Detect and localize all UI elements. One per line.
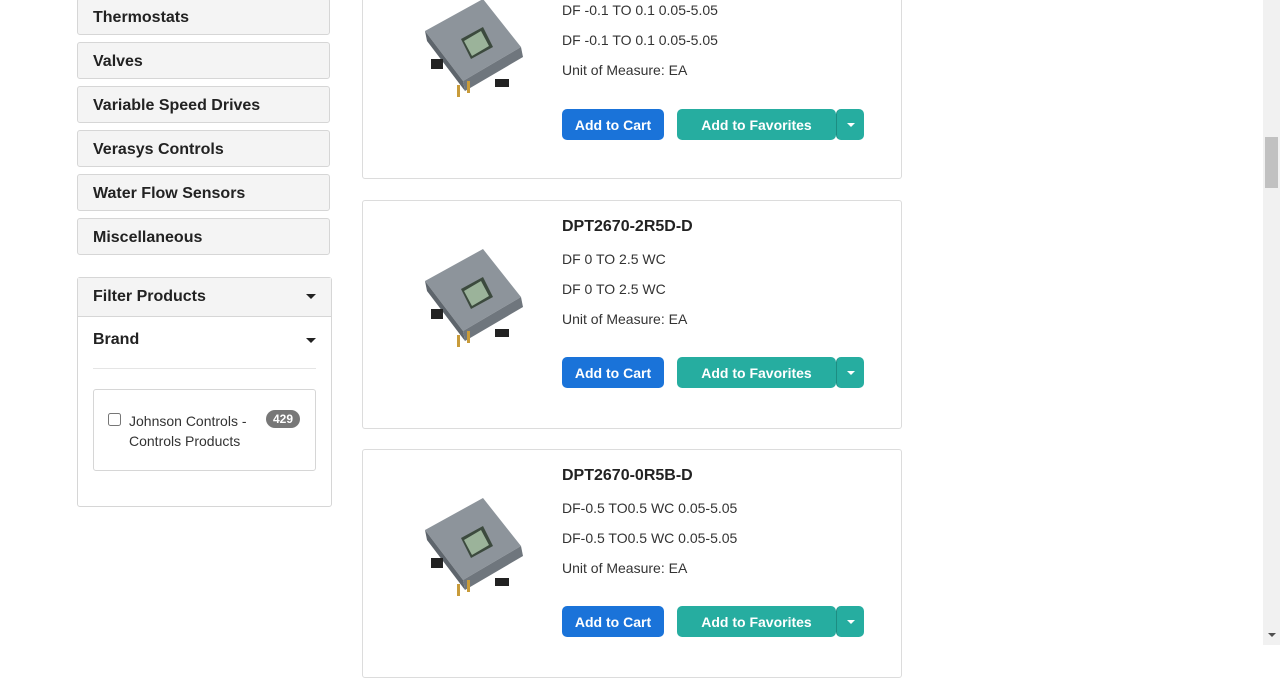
category-variable-speed-drives[interactable]: Variable Speed Drives — [77, 86, 330, 123]
caret-down-icon — [847, 620, 855, 624]
favorites-dropdown-button[interactable] — [836, 357, 864, 388]
product-image — [425, 0, 523, 97]
category-verasys-controls[interactable]: Verasys Controls — [77, 130, 330, 167]
brand-options: Johnson Controls - Controls Products 429 — [93, 389, 316, 471]
product-title[interactable]: DPT2670-2R5D-D — [562, 218, 693, 236]
add-to-favorites-button[interactable]: Add to Favorites — [677, 357, 836, 388]
product-title[interactable]: DPT2670-0R5B-D — [562, 467, 693, 485]
filter-panel: Filter Products Brand Johnson Controls -… — [77, 277, 332, 507]
add-to-cart-button[interactable]: Add to Cart — [562, 606, 664, 637]
product-card: DPT2670-0R5B-D DF-0.5 TO0.5 WC 0.05-5.05… — [362, 449, 902, 678]
product-description: DF -0.1 TO 0.1 0.05-5.05 — [562, 2, 718, 18]
product-image — [425, 498, 523, 596]
brand-checkbox[interactable] — [108, 413, 121, 426]
product-description-secondary: DF-0.5 TO0.5 WC 0.05-5.05 — [562, 530, 738, 546]
product-image — [425, 249, 523, 347]
product-description: DF 0 TO 2.5 WC — [562, 251, 666, 267]
unit-of-measure: Unit of Measure: EA — [562, 311, 688, 327]
caret-down-icon — [306, 338, 316, 343]
caret-down-icon — [847, 123, 855, 127]
caret-down-icon — [847, 371, 855, 375]
product-card: DF -0.1 TO 0.1 0.05-5.05 DF -0.1 TO 0.1 … — [362, 0, 902, 179]
favorites-dropdown-button[interactable] — [836, 109, 864, 140]
add-to-cart-button[interactable]: Add to Cart — [562, 357, 664, 388]
category-valves[interactable]: Valves — [77, 42, 330, 79]
page-scrollbar[interactable] — [1263, 0, 1280, 645]
product-description-secondary: DF 0 TO 2.5 WC — [562, 281, 666, 297]
product-card: DPT2670-2R5D-D DF 0 TO 2.5 WC DF 0 TO 2.… — [362, 200, 902, 429]
product-description: DF-0.5 TO0.5 WC 0.05-5.05 — [562, 500, 738, 516]
add-to-cart-button[interactable]: Add to Cart — [562, 109, 664, 140]
add-to-favorites-button[interactable]: Add to Favorites — [677, 109, 836, 140]
filter-products-toggle[interactable]: Filter Products — [78, 278, 331, 317]
category-thermostats[interactable]: Thermostats — [77, 0, 330, 35]
category-miscellaneous[interactable]: Miscellaneous — [77, 218, 330, 255]
favorites-dropdown-button[interactable] — [836, 606, 864, 637]
unit-of-measure: Unit of Measure: EA — [562, 62, 688, 78]
brand-filter-toggle[interactable]: Brand — [93, 326, 316, 369]
brand-filter-title: Brand — [93, 331, 140, 348]
brand-label[interactable]: Johnson Controls - Controls Products — [129, 411, 269, 451]
product-description-secondary: DF -0.1 TO 0.1 0.05-5.05 — [562, 32, 718, 48]
caret-down-icon — [306, 294, 316, 299]
filter-products-title: Filter Products — [93, 288, 206, 305]
brand-count-badge: 429 — [266, 410, 301, 428]
add-to-favorites-button[interactable]: Add to Favorites — [677, 606, 836, 637]
scroll-down-arrow-icon[interactable] — [1268, 633, 1276, 637]
unit-of-measure: Unit of Measure: EA — [562, 560, 688, 576]
category-water-flow-sensors[interactable]: Water Flow Sensors — [77, 174, 330, 211]
scrollbar-thumb[interactable] — [1265, 137, 1278, 188]
